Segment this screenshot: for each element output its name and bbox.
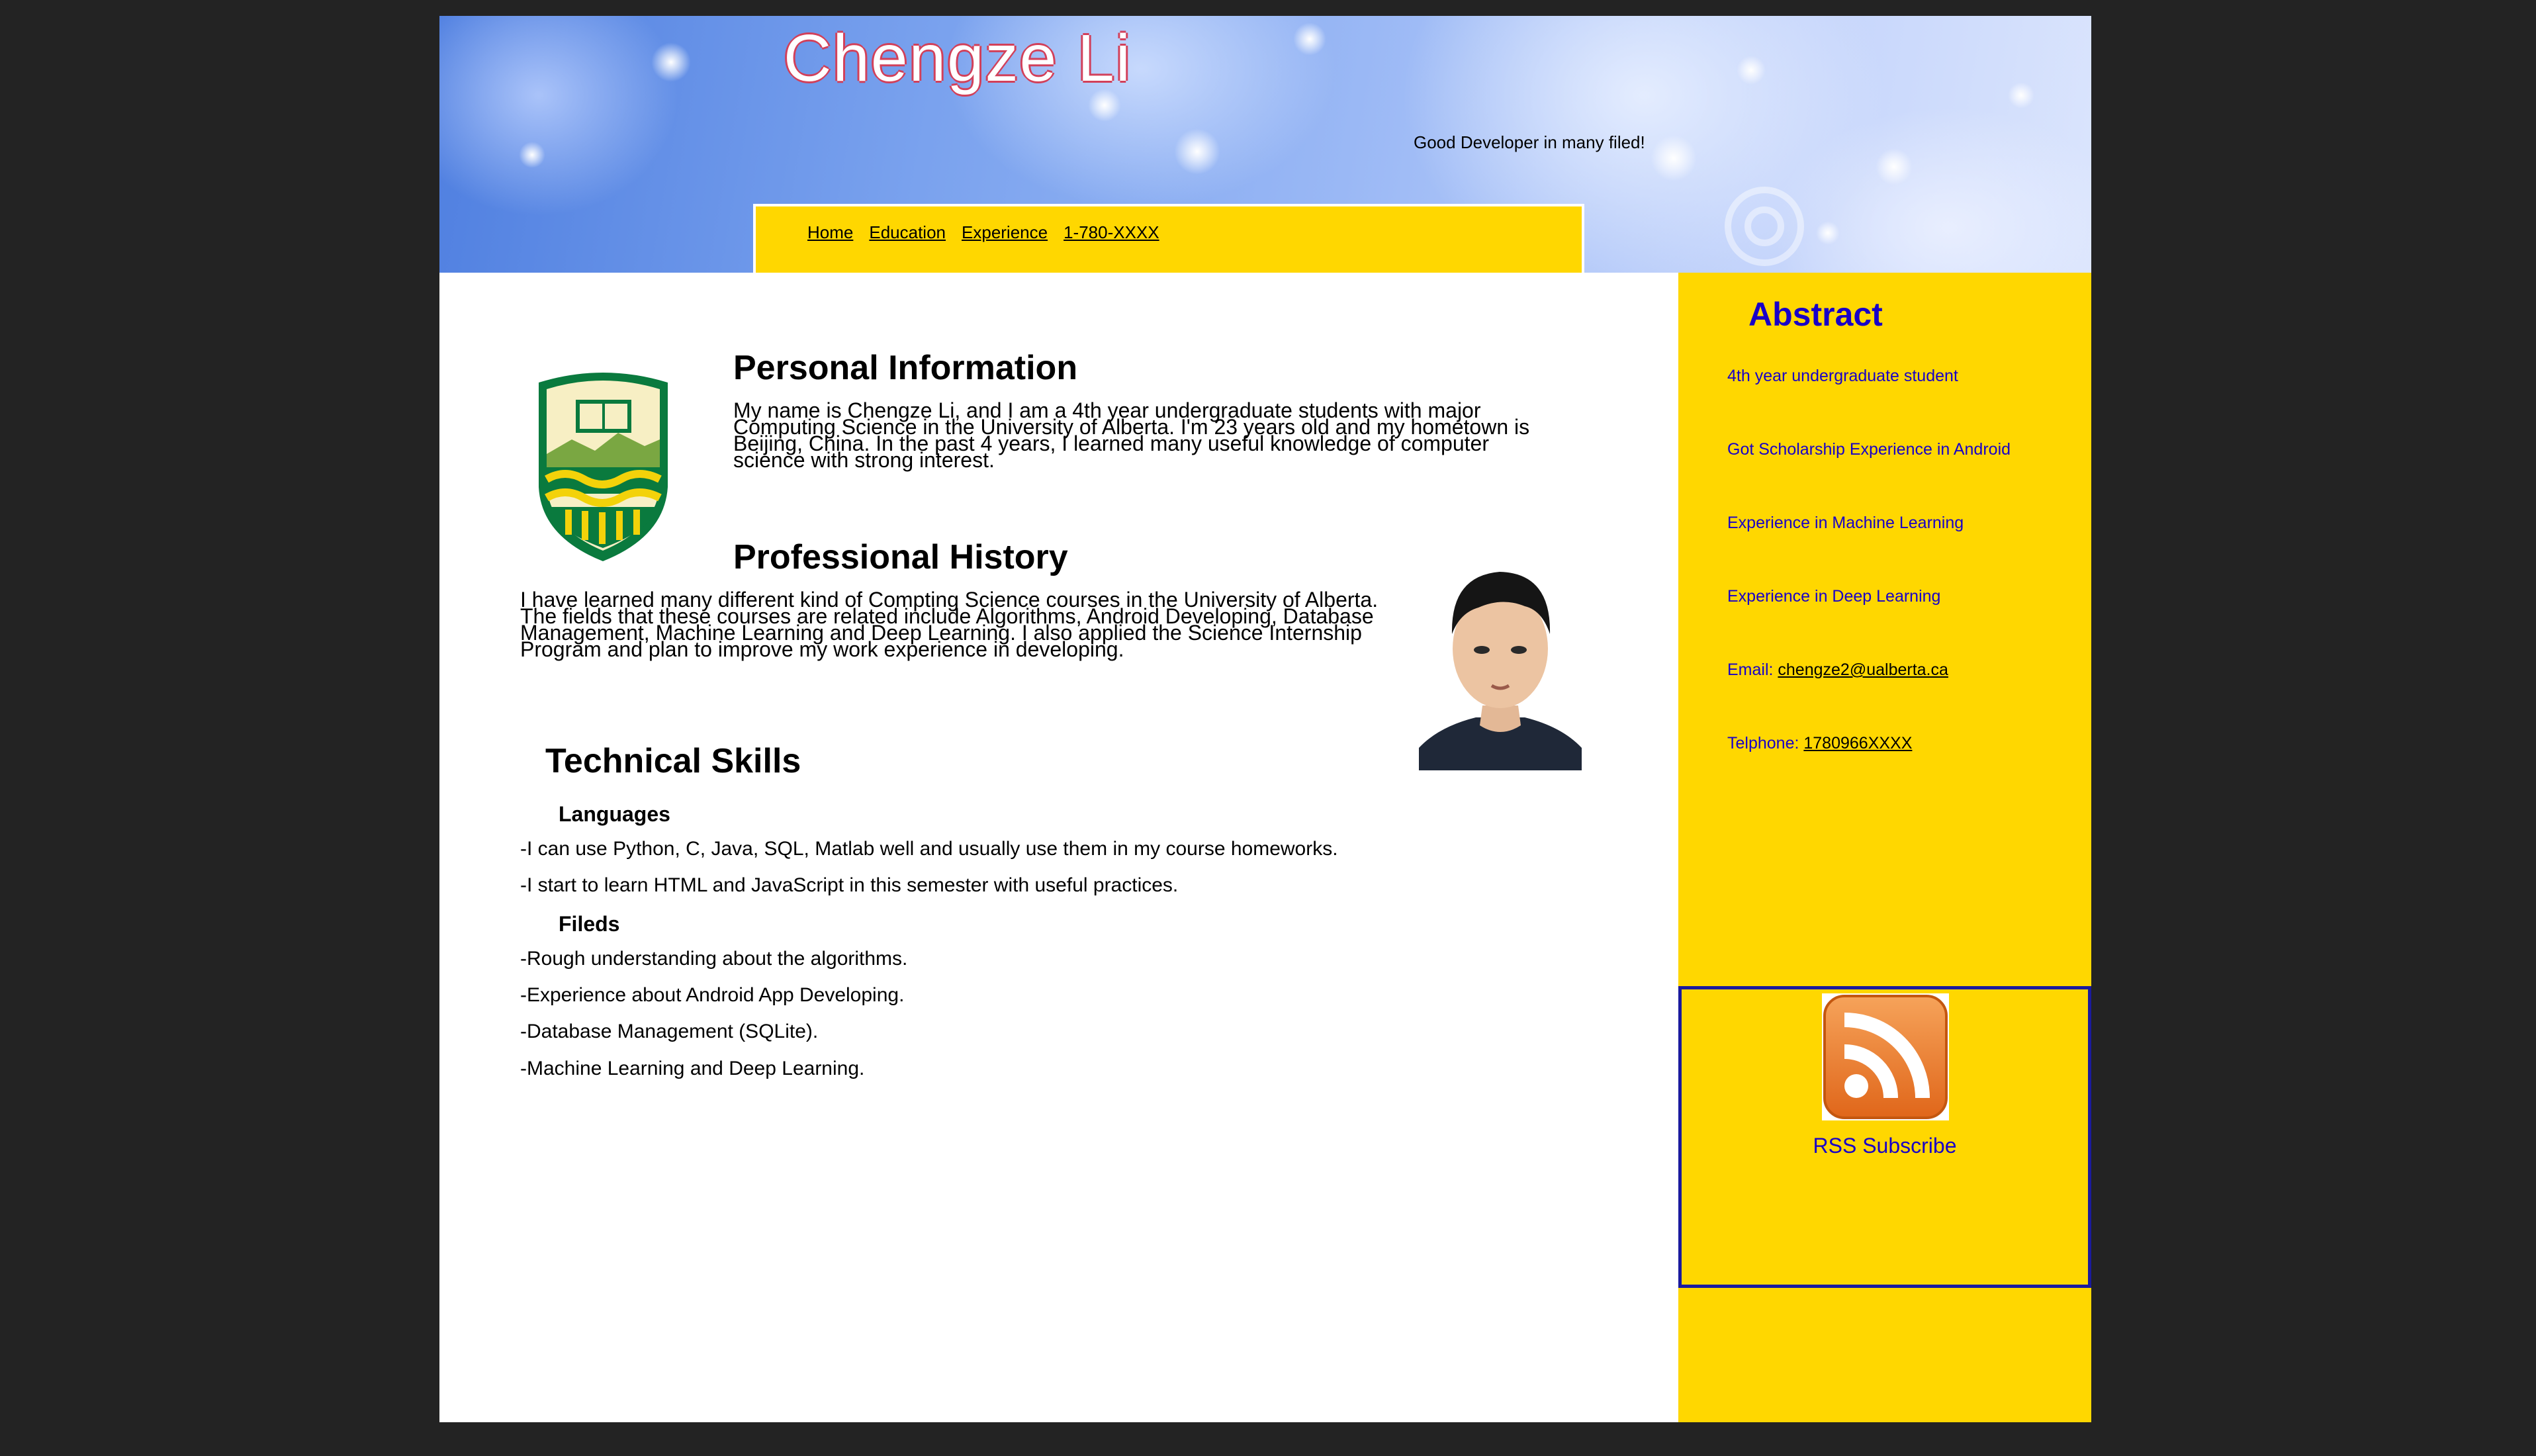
sparkle-decoration bbox=[651, 42, 691, 82]
nav-experience-link[interactable]: Experience bbox=[962, 222, 1048, 242]
abstract-list: 4th year undergraduate student Got Schol… bbox=[1727, 367, 2011, 807]
nav-education-link[interactable]: Education bbox=[869, 222, 946, 242]
abstract-heading: Abstract bbox=[1748, 296, 1883, 333]
phone-label: Telphone: bbox=[1727, 734, 1804, 752]
header-banner: Chengze Li Good Developer in many filed!… bbox=[439, 16, 2091, 273]
sidebar: Abstract 4th year undergraduate student … bbox=[1678, 273, 2091, 1422]
sparkle-decoration bbox=[1174, 128, 1220, 175]
sparkle-decoration bbox=[1651, 135, 1697, 181]
rss-icon[interactable] bbox=[1822, 993, 1949, 1120]
abstract-email-item: Email: chengze2@ualberta.ca bbox=[1727, 660, 2011, 734]
nav-phone-link[interactable]: 1-780-XXXX bbox=[1064, 222, 1159, 242]
sparkle-decoration bbox=[2008, 82, 2034, 109]
abstract-phone-item: Telphone: 1780966XXXX bbox=[1727, 734, 2011, 807]
site-title: Chengze Li bbox=[784, 21, 1132, 95]
sparkle-decoration bbox=[1737, 56, 1766, 85]
nav-home-link[interactable]: Home bbox=[807, 222, 853, 242]
technical-skills-heading: Technical Skills bbox=[545, 742, 801, 780]
abstract-item: 4th year undergraduate student bbox=[1727, 367, 1958, 385]
rss-box: RSS Subscribe bbox=[1678, 986, 2091, 1288]
abstract-item: Got Scholarship Experience in Android bbox=[1727, 440, 2011, 459]
nav-bar: Home Education Experience 1-780-XXXX bbox=[753, 204, 1584, 273]
skill-item: -I can use Python, C, Java, SQL, Matlab … bbox=[520, 838, 1338, 860]
languages-subheading: Languages bbox=[559, 802, 670, 826]
skill-item: -Rough understanding about the algorithm… bbox=[520, 948, 908, 970]
professional-history-heading: Professional History bbox=[733, 538, 1068, 576]
rss-subscribe-link[interactable]: RSS Subscribe bbox=[1682, 1134, 2088, 1158]
sparkle-decoration bbox=[519, 142, 545, 168]
sparkle-decoration bbox=[1293, 23, 1326, 56]
sparkle-decoration bbox=[1816, 221, 1840, 245]
abstract-item: Experience in Deep Learning bbox=[1727, 587, 1941, 606]
page-container: Chengze Li Good Developer in many filed!… bbox=[439, 16, 2091, 1422]
email-label: Email: bbox=[1727, 660, 1778, 679]
sparkle-decoration bbox=[1876, 148, 1913, 185]
skill-item: -Machine Learning and Deep Learning. bbox=[520, 1058, 865, 1079]
skill-item: -Experience about Android App Developing… bbox=[520, 984, 905, 1006]
professional-history-text: I have learned many different kind of Co… bbox=[520, 588, 1379, 661]
skill-item: -Database Management (SQLite). bbox=[520, 1021, 819, 1042]
email-link[interactable]: chengze2@ualberta.ca bbox=[1778, 660, 1948, 679]
university-crest-icon bbox=[539, 373, 668, 561]
site-tagline: Good Developer in many filed! bbox=[1414, 132, 1645, 152]
personal-info-text: My name is Chengze Li, and I am a 4th ye… bbox=[733, 398, 1530, 472]
phone-link[interactable]: 1780966XXXX bbox=[1803, 734, 1912, 752]
ring-decoration bbox=[1744, 206, 1784, 246]
abstract-item: Experience in Machine Learning bbox=[1727, 514, 1964, 532]
profile-photo bbox=[1419, 549, 1582, 770]
personal-info-heading: Personal Information bbox=[733, 349, 1078, 387]
fields-subheading: Fileds bbox=[559, 912, 620, 936]
skill-item: -I start to learn HTML and JavaScript in… bbox=[520, 874, 1179, 896]
